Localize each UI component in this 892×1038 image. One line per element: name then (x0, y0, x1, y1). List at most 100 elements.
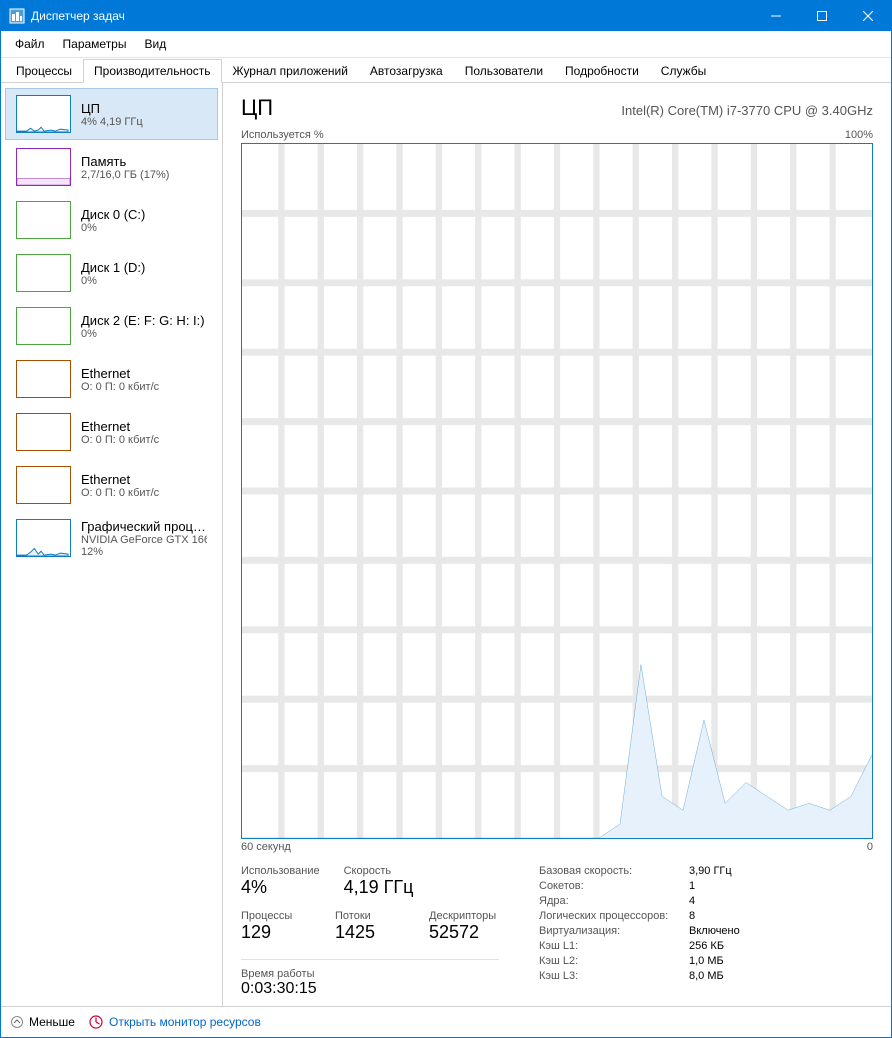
speed-value: 4,19 ГГц (344, 877, 414, 898)
page-title: ЦП (241, 95, 273, 121)
sidebar-item-label: Ethernet (81, 366, 159, 381)
threads-label: Потоки (335, 910, 405, 922)
sockets-label: Сокетов: (539, 880, 689, 892)
sidebar-item-label: Диск 0 (C:) (81, 207, 145, 222)
cores-label: Ядра: (539, 895, 689, 907)
memory-thumb (16, 148, 71, 186)
sidebar-item-disk1[interactable]: Диск 1 (D:) 0% (5, 247, 218, 299)
sidebar-item-sub: 0% (81, 275, 145, 287)
logical-value: 8 (689, 910, 695, 922)
sidebar-item-gpu[interactable]: Графический процессор 0 NVIDIA GeForce G… (5, 512, 218, 565)
window-title: Диспетчер задач (31, 9, 753, 23)
gpu-thumb (16, 519, 71, 557)
maximize-button[interactable] (799, 1, 845, 31)
disk-thumb (16, 254, 71, 292)
virt-value: Включено (689, 925, 740, 937)
titlebar: Диспетчер задач (1, 1, 891, 31)
fewer-details-button[interactable]: Меньше (11, 1015, 75, 1029)
l2-value: 1,0 МБ (689, 955, 724, 967)
handles-value: 52572 (429, 922, 499, 943)
sidebar-item-memory[interactable]: Память 2,7/16,0 ГБ (17%) (5, 141, 218, 193)
uptime-value: 0:03:30:15 (241, 980, 499, 998)
l1-value: 256 КБ (689, 940, 724, 952)
sidebar-item-disk2[interactable]: Диск 2 (E: F: G: H: I:) 0% (5, 300, 218, 352)
main-panel: ЦП Intel(R) Core(TM) i7-3770 CPU @ 3.40G… (223, 83, 891, 1006)
cores-value: 4 (689, 895, 695, 907)
sidebar-item-ethernet1[interactable]: Ethernet О: 0 П: 0 кбит/c (5, 406, 218, 458)
cpu-chart (241, 143, 873, 839)
logical-label: Логических процессоров: (539, 910, 689, 922)
sidebar-item-sub: 0% (81, 328, 205, 340)
sidebar-item-sub: 0% (81, 222, 145, 234)
menu-file[interactable]: Файл (7, 33, 53, 55)
cpu-model: Intel(R) Core(TM) i7-3770 CPU @ 3.40GHz (621, 103, 873, 118)
speed-label: Скорость (344, 865, 414, 877)
usage-label: Использование (241, 865, 320, 877)
sidebar-item-label: Диск 1 (D:) (81, 260, 145, 275)
footer: Меньше Открыть монитор ресурсов (1, 1006, 891, 1037)
disk-thumb (16, 201, 71, 239)
tab-startup[interactable]: Автозагрузка (359, 59, 454, 83)
sidebar-item-sub2: 12% (81, 546, 207, 558)
tab-performance[interactable]: Производительность (83, 59, 221, 83)
tabs: Процессы Производительность Журнал прило… (1, 58, 891, 83)
chart-top-left-label: Используется % (241, 129, 324, 141)
sidebar-item-cpu[interactable]: ЦП 4% 4,19 ГГц (5, 88, 218, 140)
uptime-label: Время работы (241, 968, 499, 980)
sidebar: ЦП 4% 4,19 ГГц Память 2,7/16,0 ГБ (17%) … (1, 83, 223, 1006)
processes-value: 129 (241, 922, 311, 943)
l3-label: Кэш L3: (539, 970, 689, 982)
sidebar-item-label: Графический процессор 0 (81, 519, 207, 534)
sidebar-item-sub: О: 0 П: 0 кбит/c (81, 381, 159, 393)
chart-top-right-label: 100% (845, 129, 873, 141)
sockets-value: 1 (689, 880, 695, 892)
sidebar-item-label: ЦП (81, 101, 143, 116)
tab-app-history[interactable]: Журнал приложений (222, 59, 359, 83)
tab-services[interactable]: Службы (650, 59, 717, 83)
base-speed-value: 3,90 ГГц (689, 865, 732, 877)
menu-options[interactable]: Параметры (55, 33, 135, 55)
sidebar-item-label: Ethernet (81, 472, 159, 487)
menu-view[interactable]: Вид (136, 33, 174, 55)
sidebar-item-sub: 2,7/16,0 ГБ (17%) (81, 169, 169, 181)
resmon-label: Открыть монитор ресурсов (109, 1015, 261, 1029)
sidebar-item-sub: О: 0 П: 0 кбит/c (81, 487, 159, 499)
sidebar-item-sub: NVIDIA GeForce GTX 1660 (81, 534, 207, 546)
tab-details[interactable]: Подробности (554, 59, 650, 83)
resmon-icon (89, 1015, 103, 1029)
chart-bottom-left-label: 60 секунд (241, 841, 291, 853)
chart-bottom-right-label: 0 (867, 841, 873, 853)
net-thumb (16, 466, 71, 504)
processes-label: Процессы (241, 910, 311, 922)
cpu-thumb (16, 95, 71, 133)
sidebar-item-disk0[interactable]: Диск 0 (C:) 0% (5, 194, 218, 246)
sidebar-item-label: Диск 2 (E: F: G: H: I:) (81, 313, 205, 328)
disk-thumb (16, 307, 71, 345)
fewer-label: Меньше (29, 1015, 75, 1029)
base-speed-label: Базовая скорость: (539, 865, 689, 877)
usage-value: 4% (241, 877, 320, 898)
close-button[interactable] (845, 1, 891, 31)
tab-processes[interactable]: Процессы (5, 59, 83, 83)
sidebar-item-sub: О: 0 П: 0 кбит/c (81, 434, 159, 446)
sidebar-item-label: Ethernet (81, 419, 159, 434)
l2-label: Кэш L2: (539, 955, 689, 967)
menubar: Файл Параметры Вид (1, 31, 891, 58)
minimize-button[interactable] (753, 1, 799, 31)
sidebar-item-label: Память (81, 154, 169, 169)
net-thumb (16, 360, 71, 398)
virt-label: Виртуализация: (539, 925, 689, 937)
net-thumb (16, 413, 71, 451)
app-icon (9, 8, 25, 24)
handles-label: Дескрипторы (429, 910, 499, 922)
l1-label: Кэш L1: (539, 940, 689, 952)
open-resource-monitor-link[interactable]: Открыть монитор ресурсов (89, 1015, 261, 1029)
sidebar-item-sub: 4% 4,19 ГГц (81, 116, 143, 128)
tab-users[interactable]: Пользователи (454, 59, 554, 83)
sidebar-item-ethernet2[interactable]: Ethernet О: 0 П: 0 кбит/c (5, 459, 218, 511)
stats: Использование 4% Скорость 4,19 ГГц Проце… (241, 865, 873, 998)
threads-value: 1425 (335, 922, 405, 943)
sidebar-item-ethernet0[interactable]: Ethernet О: 0 П: 0 кбит/c (5, 353, 218, 405)
content: ЦП 4% 4,19 ГГц Память 2,7/16,0 ГБ (17%) … (1, 83, 891, 1006)
chevron-up-icon (11, 1016, 23, 1028)
